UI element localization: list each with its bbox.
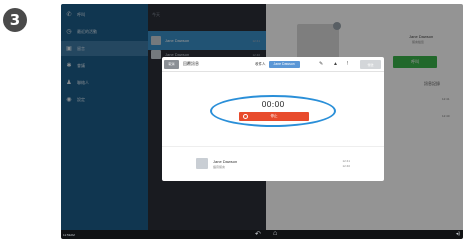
volume-icon[interactable]: ◂)	[456, 231, 460, 237]
dialog-toolbar: 取消 回覆訊息 收件人 Jane Dawson	[162, 57, 384, 72]
status-clock: 11:53AM	[63, 233, 75, 237]
recent-message-row[interactable]: Jane Dawson 語音留言 12:41 12:40	[196, 157, 356, 171]
step-number-badge: 3	[3, 8, 27, 32]
recent-time: 12:41	[342, 159, 350, 163]
send-button[interactable]: 傳送	[360, 60, 381, 69]
pencil-icon[interactable]: ✎	[319, 61, 323, 67]
recent-name: Jane Dawson	[213, 159, 238, 164]
lock-icon[interactable]: ▲	[333, 61, 338, 67]
record-icon	[243, 114, 248, 119]
dialog-title: 回覆訊息	[183, 61, 199, 66]
recent-subtitle: 語音留言	[213, 165, 226, 169]
system-navigation-bar: 11:53AM ↶ ⌂ ◂)	[61, 230, 463, 239]
divider	[162, 146, 384, 147]
stop-recording-button[interactable]: 停止	[239, 112, 309, 121]
avatar	[196, 158, 208, 169]
cancel-button[interactable]: 取消	[164, 59, 179, 69]
recent-time: 12:40	[342, 164, 350, 168]
stop-label: 停止	[270, 114, 278, 118]
priority-icon[interactable]: !	[347, 61, 348, 67]
recipient-chip[interactable]: Jane Dawson	[268, 60, 300, 68]
recipient-label: 收件人	[255, 61, 266, 66]
back-icon[interactable]: ↶	[255, 230, 261, 238]
highlight-ring	[210, 95, 336, 127]
home-icon[interactable]: ⌂	[273, 230, 277, 237]
reply-message-dialog: 取消 回覆訊息 收件人 Jane Dawson ✎ ▲ ! 傳送 00:00 停…	[162, 57, 384, 181]
tablet-screen: ✆ 呼叫 ◷ 最近的活動 ▣ 留言 ✱ 會議 ♟ 聯絡人 ◉ 設定 今天 Jan…	[61, 4, 463, 239]
